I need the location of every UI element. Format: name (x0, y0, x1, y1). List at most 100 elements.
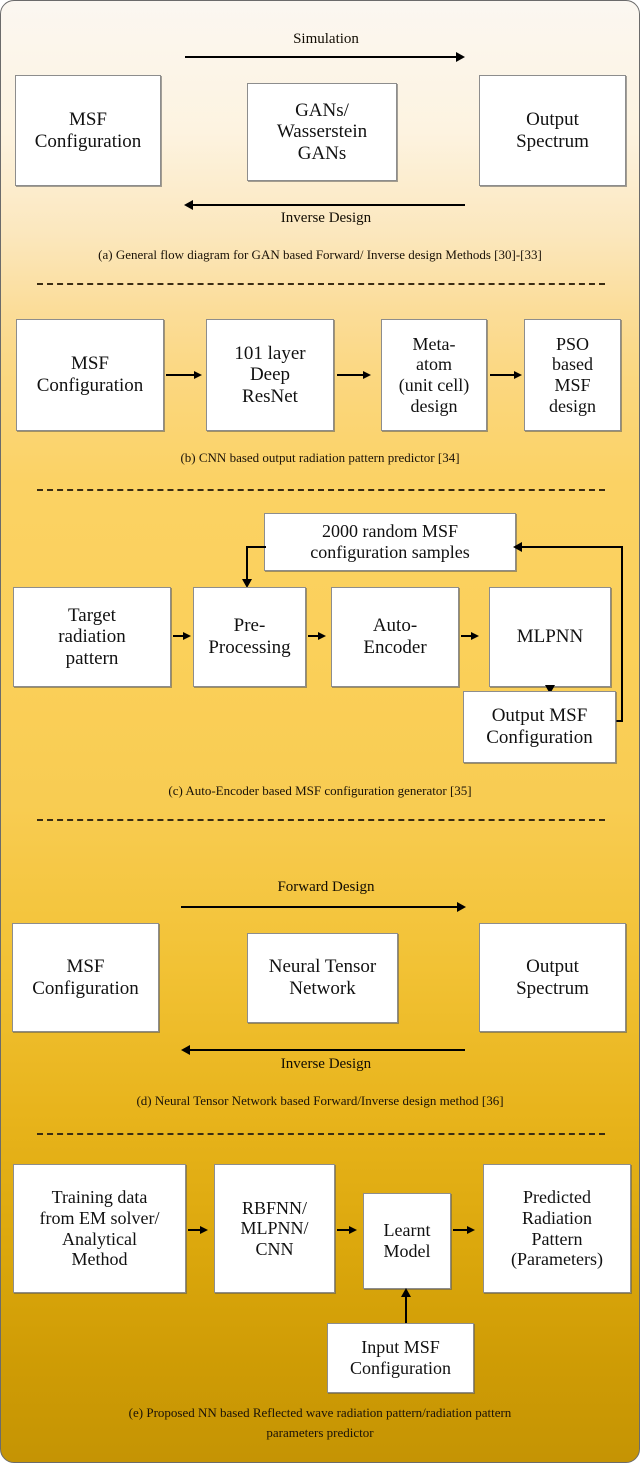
inverse-design-arrow-line-d (190, 1049, 465, 1051)
panel-b-arrow-2-line (337, 374, 365, 376)
box-line: Configuration (32, 977, 139, 999)
panel-e-arrow-2-head-icon (349, 1225, 357, 1234)
box-line: ResNet (242, 385, 298, 407)
box-line: Learnt (383, 1220, 431, 1241)
panel-c-box-pre-processing: Pre- Processing (193, 587, 306, 687)
box-line: Encoder (363, 637, 427, 658)
box-line: based (552, 354, 593, 375)
box-line: Neural Tensor (268, 956, 377, 978)
forward-design-arrow-line (181, 906, 459, 908)
box-line: 2000 random MSF (321, 521, 458, 542)
box-line: RBFNN/ (241, 1197, 307, 1218)
panel-c-box-random-msf-samples: 2000 random MSF configuration samples (264, 513, 516, 571)
box-line: MSF (554, 375, 591, 395)
panel-c-divider (37, 819, 605, 821)
panel-b-box-msf-configuration: MSF Configuration (16, 319, 164, 431)
box-line: Auto- (372, 615, 418, 637)
box-line: Input MSF (361, 1337, 440, 1358)
panel-c-feedback-right-line (621, 546, 623, 721)
panel-c-box-output-msf-configuration: Output MSF Configuration (463, 691, 616, 763)
panel-a-box-output-spectrum: Output Spectrum (479, 75, 626, 186)
panel-c-arrow-3-head-icon (471, 631, 479, 640)
simulation-arrow-head-icon (456, 52, 465, 62)
box-line: Pre- (233, 615, 266, 637)
box-line: atom (415, 354, 452, 375)
panel-c-samples-branch-line (246, 546, 266, 548)
box-line: Spectrum (516, 977, 589, 999)
inverse-design-arrow-head-icon-a (184, 200, 193, 210)
box-line: MSF (70, 353, 109, 375)
panel-c-box-mlpnn: MLPNN (489, 587, 611, 687)
box-line: configuration samples (310, 542, 470, 562)
panel-d-divider (37, 1133, 605, 1135)
box-line: Analytical (62, 1228, 137, 1249)
box-line: Model (383, 1241, 431, 1261)
box-line: GANs/ (295, 99, 349, 121)
box-line: PSO (555, 333, 590, 354)
box-line: Processing (208, 637, 291, 658)
panel-a-divider (37, 283, 605, 285)
panel-b-arrow-3-head-icon (514, 370, 522, 379)
box-line: from EM solver/ (39, 1207, 160, 1228)
forward-design-arrow-head-icon (457, 902, 466, 912)
panel-c-box-auto-encoder: Auto- Encoder (331, 587, 459, 687)
panel-c-samples-down-line (246, 546, 248, 582)
panel-c-arrow-2-head-icon (318, 631, 326, 640)
panel-d-caption: (d) Neural Tensor Network based Forward/… (136, 1093, 504, 1108)
box-line: design (410, 395, 458, 416)
panel-c-caption: (c) Auto-Encoder based MSF configuration… (168, 783, 472, 798)
box-line: Configuration (486, 727, 593, 748)
inverse-design-arrow-label-d: Inverse Design (280, 1056, 372, 1072)
box-line: (unit cell) (398, 375, 470, 395)
panel-b-box-deep-resnet: 101 layer Deep ResNet (206, 319, 334, 431)
box-line: CNN (255, 1238, 294, 1259)
panel-d-box-msf-configuration: MSF Configuration (12, 923, 159, 1032)
box-line: Configuration (34, 130, 142, 152)
panel-e-box-rbfnn-mlpnn-cnn: RBFNN/ MLPNN/ CNN (214, 1164, 335, 1293)
box-line: Network (289, 978, 356, 999)
panel-e-arrow-3-head-icon (467, 1225, 475, 1234)
box-line: MLPNN (516, 626, 584, 648)
panel-e-box-learnt-model: Learnt Model (363, 1193, 451, 1289)
panel-a-caption: (a) General flow diagram for GAN based F… (98, 247, 542, 262)
box-line: Radiation (521, 1207, 592, 1228)
box-line: MSF (68, 108, 107, 130)
box-line: Deep (249, 364, 291, 386)
panel-e-caption-line1: (e) Proposed NN based Reflected wave rad… (128, 1405, 512, 1420)
panel-e-box-predicted-radiation-pattern: Predicted Radiation Pattern (Parameters) (483, 1164, 631, 1293)
panel-b-arrow-1-line (166, 374, 196, 376)
box-line: MSF (66, 955, 105, 977)
panel-d-box-output-spectrum: Output Spectrum (479, 923, 626, 1032)
inverse-design-arrow-head-icon-d (181, 1045, 190, 1055)
panel-e-input-arrow-head-icon (401, 1288, 411, 1297)
panel-c-feedback-arrow-head-icon (513, 542, 522, 552)
box-line: Configuration (350, 1358, 451, 1378)
inverse-design-arrow-label-a: Inverse Design (280, 210, 372, 226)
box-line: Target (68, 604, 116, 626)
panel-c-box-target-radiation-pattern: Target radiation pattern (13, 587, 171, 687)
box-line: Meta- (412, 333, 456, 354)
panel-c-feedback-top-line (518, 546, 623, 548)
panel-d-box-neural-tensor-network: Neural Tensor Network (247, 933, 398, 1023)
panel-b-arrow-1-head-icon (194, 370, 202, 379)
panel-e-input-up-line (405, 1295, 407, 1323)
panel-a-box-gans: GANs/ Wasserstein GANs (247, 83, 397, 181)
box-line: Pattern (531, 1228, 583, 1249)
box-line: radiation (58, 626, 126, 648)
panel-e-box-input-msf-configuration: Input MSF Configuration (327, 1323, 474, 1393)
box-line: Output (526, 108, 579, 130)
simulation-arrow-label: Simulation (293, 31, 359, 47)
box-line: Spectrum (516, 130, 589, 152)
panel-b-divider (37, 489, 605, 491)
box-line: (Parameters) (511, 1249, 603, 1270)
box-line: Output MSF (491, 705, 588, 727)
box-line: Wasserstein (276, 121, 368, 143)
panel-e-caption-line2: parameters predictor (266, 1425, 374, 1440)
box-line: design (549, 395, 596, 416)
panel-b-caption: (b) CNN based output radiation pattern p… (180, 450, 460, 465)
simulation-arrow-line (185, 56, 457, 58)
box-line: Output (526, 955, 579, 977)
box-line: Configuration (36, 375, 144, 396)
figure-container: Simulation MSF Configuration GANs/ Wasse… (0, 0, 640, 1463)
forward-design-arrow-label: Forward Design (277, 879, 375, 895)
